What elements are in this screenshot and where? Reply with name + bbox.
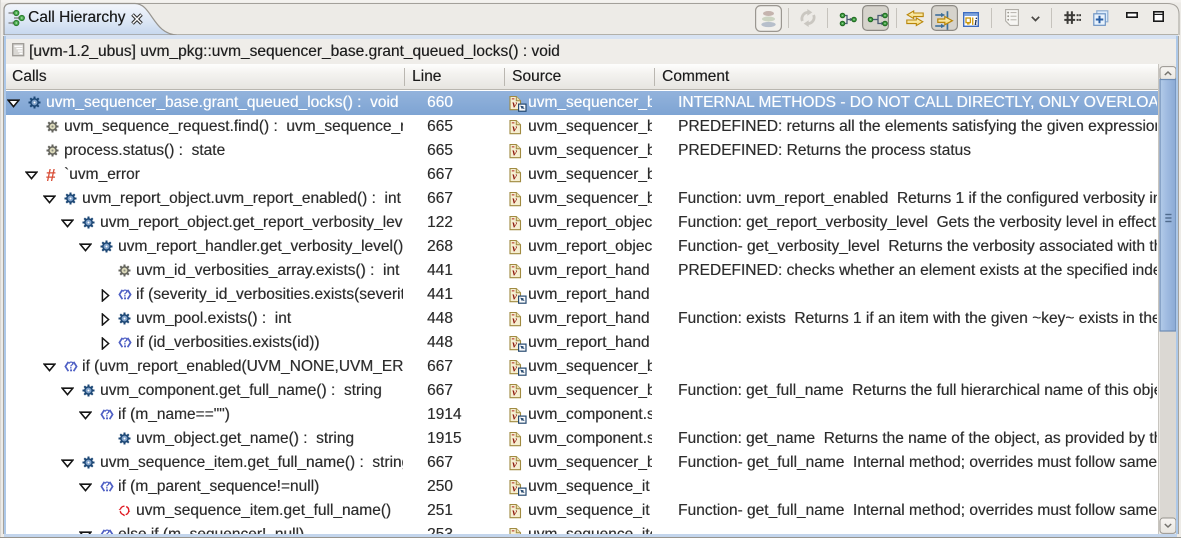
svg-text:v: v bbox=[512, 124, 517, 135]
svg-text:v: v bbox=[512, 340, 517, 351]
svg-text:v: v bbox=[512, 412, 517, 423]
svg-text:v: v bbox=[512, 484, 517, 495]
svg-text:v: v bbox=[512, 196, 517, 207]
svg-text:v: v bbox=[512, 100, 517, 111]
svg-text:v: v bbox=[512, 268, 517, 279]
svg-text:v: v bbox=[512, 436, 517, 447]
svg-text:v: v bbox=[512, 220, 517, 231]
svg-text:v: v bbox=[512, 388, 517, 399]
svg-text:v: v bbox=[512, 172, 517, 183]
svg-text:v: v bbox=[512, 460, 517, 471]
svg-text:v: v bbox=[512, 316, 517, 327]
svg-text:i: i bbox=[974, 17, 977, 27]
svg-text:v: v bbox=[512, 244, 517, 255]
svg-text:v: v bbox=[512, 364, 517, 375]
svg-text:v: v bbox=[512, 292, 517, 303]
svg-text:v: v bbox=[512, 148, 517, 159]
svg-text:v: v bbox=[512, 508, 517, 519]
